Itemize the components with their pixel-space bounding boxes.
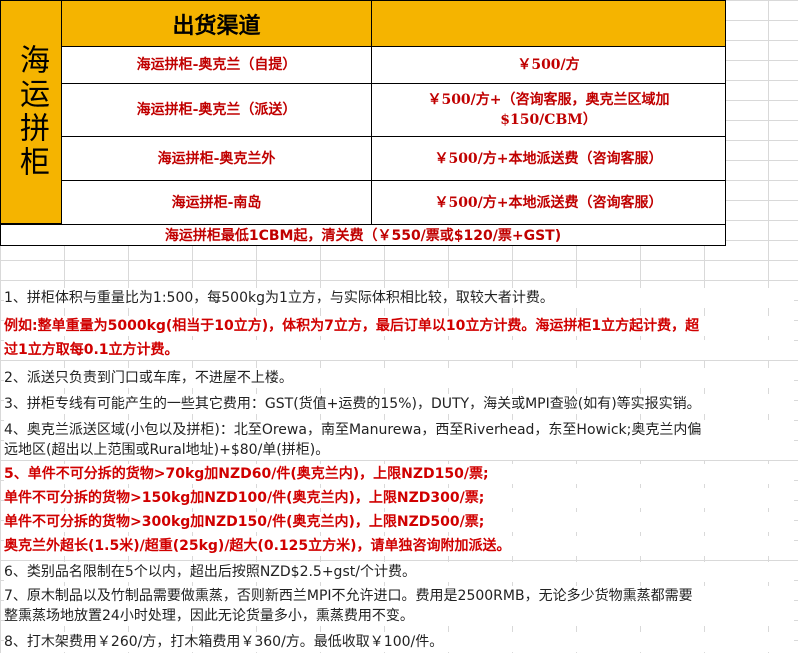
- channel-text: 海运拼柜-奥克兰（自提）: [136, 57, 297, 73]
- price-cell: ￥500/方: [371, 46, 726, 84]
- channel-text: 海运拼柜-奥克兰（派送）: [136, 102, 297, 118]
- header-channel-cell: 出货渠道: [61, 0, 372, 47]
- channel-cell: 海运拼柜-奥克兰（派送）: [61, 83, 372, 137]
- note-line: 整熏蒸场地放置24小时处理，因此无论货量多小，熏蒸费用不变。: [4, 606, 794, 626]
- note-line: 6、类别品名限制在5个以内，超出后按照NZD$2.5+gst/个计费。: [4, 562, 794, 582]
- price-text: $150/CBM）: [500, 112, 597, 128]
- note-line: 奥克兰外超长(1.5米)/超重(25kg)/超大(0.125立方米)，请单独咨询…: [4, 536, 794, 556]
- price-text: ￥500/方: [517, 57, 580, 73]
- price-text: ￥500/方+本地派送费（咨询客服）: [434, 150, 663, 167]
- note-line: 远地区(超出以上范围或Rural地址)+$80/单(拼柜)。: [4, 440, 794, 460]
- note-line: 过1立方取每0.1立方计费。: [4, 340, 794, 360]
- note-line: 8、打木架费用￥260/方，打木箱费用￥360/方。最低收取￥100/件。: [4, 632, 794, 652]
- side-label-cell: 海运拼柜: [0, 0, 62, 224]
- shipping-table: 海运拼柜 出货渠道 海运拼柜-奥克兰（自提） ￥500/方 海运拼柜-奥克兰（派…: [0, 0, 726, 246]
- channel-cell: 海运拼柜-南岛: [61, 180, 372, 225]
- note-line: 7、原木制品以及竹制品需要做熏蒸，否则新西兰MPI不允许进口。费用是2500RM…: [4, 586, 794, 606]
- channel-cell: 海运拼柜-奥克兰外: [61, 136, 372, 181]
- side-label: 海运拼柜: [14, 44, 49, 180]
- note-line: 4、奥克兰派送区域(小包以及拼柜)：北至Orewa，南至Manurewa，西至R…: [4, 420, 794, 440]
- note-line: 1、拼柜体积与重量比为1:500，每500kg为1立方，与实际体积相比较，取较大…: [4, 288, 794, 308]
- price-cell: ￥500/方+（咨询客服，奥克兰区域加 $150/CBM）: [371, 83, 726, 137]
- table-footer: 海运拼柜最低1CBM起，清关费（￥550/票或$120/票+GST): [0, 224, 726, 246]
- note-line: 3、拼柜专线有可能产生的一些其它费用：GST(货值+运费的15%)，DUTY，海…: [4, 394, 794, 414]
- note-line: 单件不可分拆的货物>300kg加NZD150/件(奥克兰内)，上限NZD500/…: [4, 512, 794, 532]
- price-text: ￥500/方+（咨询客服，奥克兰区域加: [427, 92, 670, 108]
- note-line: 2、派送只负责到门口或车库，不进屋不上楼。: [4, 368, 794, 388]
- header-price-cell: [371, 0, 726, 47]
- channel-text: 海运拼柜-奥克兰外: [157, 150, 276, 167]
- footer-text: 海运拼柜最低1CBM起，清关费（￥550/票或$120/票+GST): [164, 228, 562, 244]
- header-title: 出货渠道: [172, 13, 261, 39]
- channel-text: 海运拼柜-南岛: [171, 194, 262, 211]
- note-line: 单件不可分拆的货物>150kg加NZD100/件(奥克兰内)，上限NZD300/…: [4, 488, 794, 508]
- channel-cell: 海运拼柜-奥克兰（自提）: [61, 46, 372, 84]
- note-line: 5、单件不可分拆的货物>70kg加NZD60/件(奥克兰内)，上限NZD150/…: [4, 464, 794, 484]
- note-line: 例如:整单重量为5000kg(相当于10立方)，体积为7立方，最后订单以10立方…: [4, 316, 794, 336]
- price-text: ￥500/方+本地派送费（咨询客服）: [434, 194, 663, 211]
- price-cell: ￥500/方+本地派送费（咨询客服）: [371, 136, 726, 181]
- price-cell: ￥500/方+本地派送费（咨询客服）: [371, 180, 726, 225]
